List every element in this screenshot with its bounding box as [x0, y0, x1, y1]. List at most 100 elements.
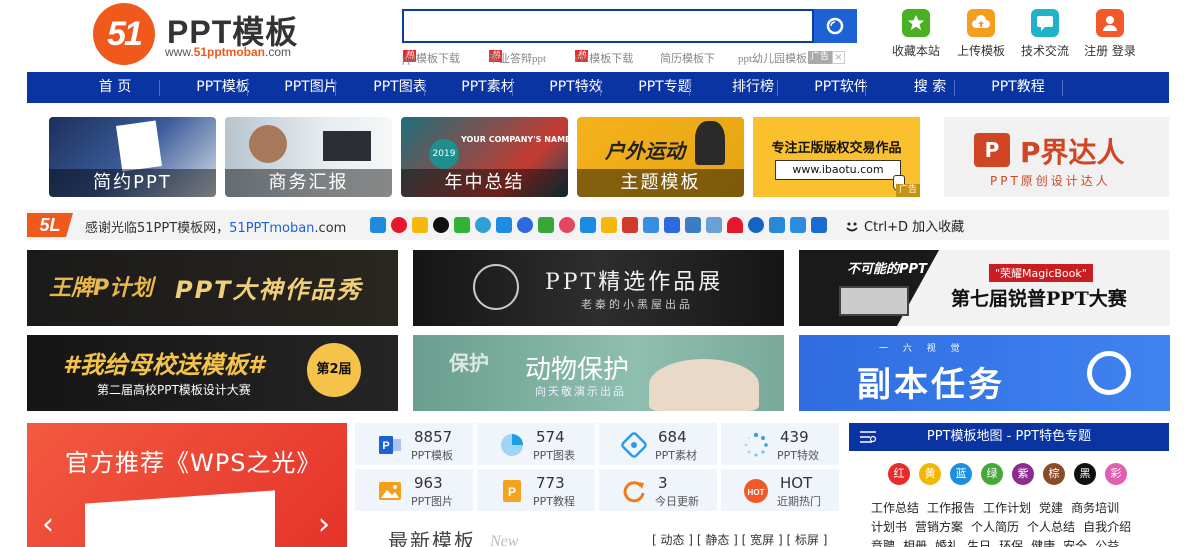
nav-item-ppt-effect[interactable]: PPT特效 [532, 72, 620, 103]
nav-item-home[interactable]: 首 页 [71, 72, 159, 103]
share-plus2-icon[interactable] [580, 217, 596, 233]
filter-dynamic[interactable]: [ 动态 ] [652, 533, 693, 547]
ad-close-button[interactable]: × [832, 51, 845, 64]
filter-standard[interactable]: [ 标屏 ] [786, 533, 827, 547]
share-round-icon[interactable] [559, 217, 575, 233]
topic-tag[interactable]: 工作报告 [927, 501, 975, 515]
color-purple[interactable]: 紫 [1012, 463, 1034, 485]
stat-ppt-image[interactable]: 963 PPT图片 [355, 469, 473, 511]
wechat-icon[interactable] [454, 217, 470, 233]
share-image-icon[interactable] [643, 217, 659, 233]
stat-ppt-effect[interactable]: 439 PPT特效 [721, 423, 839, 465]
color-black[interactable]: 黑 [1074, 463, 1096, 485]
filter-widescreen[interactable]: [ 宽屏 ] [742, 533, 783, 547]
search-button[interactable] [814, 9, 857, 43]
copy-icon[interactable] [811, 217, 827, 233]
douban-icon[interactable] [538, 217, 554, 233]
topic-tag[interactable]: 党建 [1039, 501, 1063, 515]
filter-static[interactable]: [ 静态 ] [697, 533, 738, 547]
share-cloud-icon[interactable] [685, 217, 701, 233]
nav-item-ppt-chart[interactable]: PPT图表 [356, 72, 444, 103]
topic-tag[interactable]: 营销方案 [915, 520, 963, 534]
topic-tag[interactable]: 公益 [1095, 539, 1119, 547]
color-yellow[interactable]: 黄 [919, 463, 941, 485]
nav-item-ranking[interactable]: 排行榜 [709, 72, 797, 103]
tech-exchange-button[interactable]: 技术交流 [1014, 9, 1076, 59]
big-banner-dungeon-quest[interactable]: 一 六 视 觉 副本任务 [799, 335, 1170, 411]
stat-ppt-tutorial[interactable]: P 773 PPT教程 [477, 469, 595, 511]
hot-link[interactable]: 毕业答辩ppt 热 [488, 50, 546, 65]
topic-tag[interactable]: 婚礼 [935, 539, 959, 547]
share-bottle-icon[interactable] [769, 217, 785, 233]
search-input[interactable] [402, 9, 814, 43]
upload-template-button[interactable]: 上传模板 [950, 9, 1012, 59]
topic-tag[interactable]: 健康 [1031, 539, 1055, 547]
color-brown[interactable]: 棕 [1043, 463, 1065, 485]
big-banner-alma-mater[interactable]: #我给母校送模板# 第二届高校PPT模板设计大赛 第2届 [27, 335, 398, 411]
topic-tag[interactable]: 相册 [903, 539, 927, 547]
topic-tag[interactable]: 安全 [1063, 539, 1087, 547]
nav-item-ppt-topic[interactable]: PPT专题 [621, 72, 709, 103]
topic-tag[interactable]: 商务培训 [1071, 501, 1119, 515]
banner-simple-ppt[interactable]: 简约PPT [49, 117, 216, 197]
nav-item-ppt-image[interactable]: PPT图片 [267, 72, 355, 103]
baidu-icon[interactable] [517, 217, 533, 233]
wps-promo[interactable]: 官方推荐《WPS之光》 ‹ › [27, 423, 347, 547]
sohu-icon[interactable] [601, 217, 617, 233]
share-p-icon[interactable] [475, 217, 491, 233]
banner-business-report[interactable]: 商务汇报 [225, 117, 392, 197]
share-plus-icon[interactable] [370, 217, 386, 233]
big-banner-rapidppt-contest[interactable]: 不可能的PPT "荣耀MagicBook" 第七届锐普PPT大赛 [799, 250, 1170, 326]
color-multicolor[interactable]: 彩 [1105, 463, 1127, 485]
topic-tag[interactable]: 环保 [999, 539, 1023, 547]
color-blue[interactable]: 蓝 [950, 463, 972, 485]
topic-tag[interactable]: 工作计划 [983, 501, 1031, 515]
topic-tag[interactable]: 工作总结 [871, 501, 919, 515]
big-banner-animal-protection[interactable]: 保护 动物保护 向天敬演示出品 [413, 335, 784, 411]
share-red-icon[interactable] [622, 217, 638, 233]
qzone-icon[interactable] [412, 217, 428, 233]
big-banner-ppt-showcase[interactable]: PPT精选作品展 老秦的小黑屋出品 [413, 250, 784, 326]
topic-tag[interactable]: 计划书 [871, 520, 907, 534]
next-arrow-icon[interactable]: › [315, 507, 333, 543]
collect-shortcut[interactable]: Ctrl+D 加入收藏 [844, 216, 964, 235]
stat-ppt-template[interactable]: P 8857 PPT模板 [355, 423, 473, 465]
topic-tag[interactable]: 自我介绍 [1083, 520, 1131, 534]
nav-item-ppt-template[interactable]: PPT模板 [179, 72, 267, 103]
weibo-icon[interactable] [391, 217, 407, 233]
hot-link[interactable]: PPt模板下载热 [574, 50, 633, 65]
stat-recent-hot[interactable]: HOT HOT 近期热门 [721, 469, 839, 511]
share-box-icon[interactable] [706, 217, 722, 233]
banner-p-master[interactable]: P P界达人 PPT原创设计达人 [944, 117, 1169, 197]
big-banner-ace-plan[interactable]: 王牌P计划 PPT大神作品秀 [27, 250, 398, 326]
share-pen-icon[interactable] [664, 217, 680, 233]
banner-ibaotu-ad[interactable]: 专注正版版权交易作品 www.ibaotu.com 广告 [753, 117, 920, 197]
renren-icon[interactable] [496, 217, 512, 233]
hot-link[interactable]: ppt幼儿园模板 [738, 50, 807, 66]
prev-arrow-icon[interactable]: ‹ [39, 507, 57, 543]
topic-tag[interactable]: 个人总结 [1027, 520, 1075, 534]
share-a-icon[interactable] [748, 217, 764, 233]
banner-theme-template[interactable]: 户外运动 主题模板 [577, 117, 744, 197]
heart-icon[interactable] [727, 217, 743, 233]
stat-ppt-material[interactable]: 684 PPT素材 [599, 423, 717, 465]
stat-today-update[interactable]: 3 今日更新 [599, 469, 717, 511]
register-login-button[interactable]: 注册 登录 [1079, 9, 1141, 59]
email-icon[interactable] [790, 217, 806, 233]
site-logo[interactable]: 51 PPT模板 www.51pptmoban.com [93, 3, 323, 65]
nav-item-search[interactable]: 搜 索 [886, 72, 974, 103]
qq-icon[interactable] [433, 217, 449, 233]
bookmark-site-button[interactable]: 收藏本站 [885, 9, 947, 59]
nav-item-ppt-material[interactable]: PPT素材 [444, 72, 532, 103]
stat-ppt-chart[interactable]: 574 PPT图表 [477, 423, 595, 465]
color-red[interactable]: 红 [888, 463, 910, 485]
topic-tag[interactable]: 竞聘 [871, 539, 895, 547]
nav-item-ppt-tutorial[interactable]: PPT教程 [974, 72, 1062, 103]
banner-mid-year-summary[interactable]: YOUR COMPANY'S NAME 2019 年中总结 [401, 117, 568, 197]
topic-tag[interactable]: 个人简历 [971, 520, 1019, 534]
nav-item-ppt-software[interactable]: PPT软件 [797, 72, 885, 103]
topic-tag[interactable]: 生日 [967, 539, 991, 547]
hot-link[interactable]: ppt模板下载热 [402, 50, 460, 65]
hot-link[interactable]: 简历模板下 [660, 50, 715, 66]
color-green[interactable]: 绿 [981, 463, 1003, 485]
